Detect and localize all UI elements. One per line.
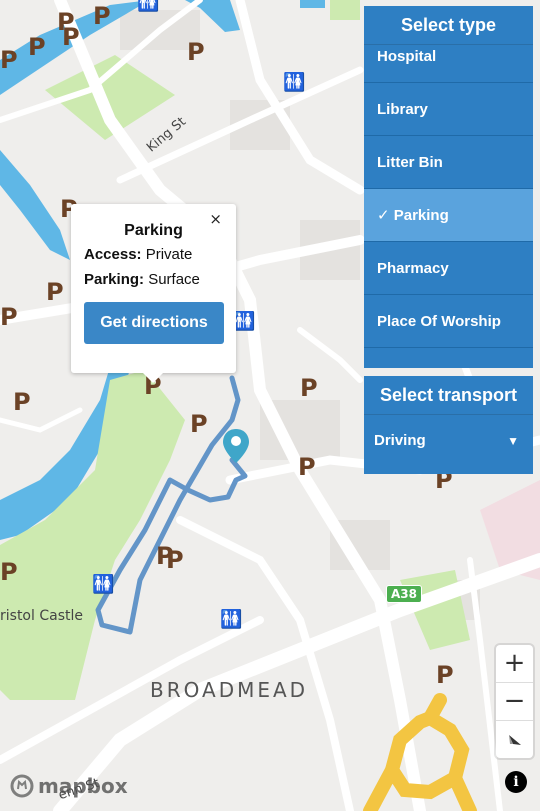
mapbox-logo[interactable]: mapbox <box>10 774 128 798</box>
type-item-litter-bin[interactable]: Litter Bin <box>364 136 533 189</box>
popup-access-label: Access: <box>84 246 142 263</box>
transport-selected-value: Driving <box>374 432 426 449</box>
popup-parking-label: Parking: <box>84 271 145 288</box>
type-list[interactable]: Hospital Library Litter Bin ✓ Parking Ph… <box>364 30 533 368</box>
transport-dropdown[interactable]: Driving ▼ <box>364 415 533 467</box>
parking-marker[interactable]: P <box>28 35 46 59</box>
parking-marker[interactable]: P <box>93 4 111 28</box>
popup-title: Parking <box>124 222 183 239</box>
parking-marker[interactable]: P <box>190 412 208 436</box>
popup-parking-value: Surface <box>148 271 200 288</box>
select-type-header: Select type <box>364 6 533 45</box>
compass-icon <box>508 734 521 745</box>
svg-text:🚻: 🚻 <box>283 71 305 93</box>
parking-popup: × Parking Access: Private Parking: Surfa… <box>71 204 236 383</box>
info-icon[interactable]: i <box>505 771 527 793</box>
svg-text:🚻: 🚻 <box>220 608 242 630</box>
parking-marker[interactable]: P <box>166 548 184 572</box>
parking-marker[interactable]: P <box>0 48 18 72</box>
svg-text:🚻: 🚻 <box>233 310 255 332</box>
get-directions-button[interactable]: Get directions <box>84 302 224 344</box>
compass-button[interactable] <box>496 721 533 758</box>
close-icon[interactable]: × <box>209 210 222 228</box>
popup-parking-row: Parking: Surface <box>84 271 223 288</box>
select-type-panel: Select type Hospital Library Litter Bin … <box>364 6 533 368</box>
select-transport-header: Select transport <box>364 376 533 415</box>
parking-marker[interactable]: P <box>0 560 18 584</box>
type-item-pharmacy[interactable]: Pharmacy <box>364 242 533 295</box>
parking-marker[interactable]: P <box>62 25 80 49</box>
select-transport-panel: Select transport Driving ▼ <box>364 376 533 474</box>
parking-marker[interactable]: P <box>298 455 316 479</box>
parking-marker[interactable]: P <box>0 305 18 329</box>
castle-label: ristol Castle <box>0 608 83 624</box>
popup-access-row: Access: Private <box>84 246 223 263</box>
type-item-parking[interactable]: ✓ Parking <box>364 189 533 242</box>
mapbox-logo-icon <box>10 774 34 798</box>
type-item-library[interactable]: Library <box>364 83 533 136</box>
chevron-down-icon: ▼ <box>507 434 519 448</box>
type-item-place-of-worship[interactable]: Place Of Worship <box>364 295 533 348</box>
zoom-in-button[interactable]: + <box>496 645 533 683</box>
road-shield-a38: A38 <box>386 585 422 603</box>
district-label: BROADMEAD <box>150 678 309 702</box>
zoom-out-button[interactable]: − <box>496 683 533 721</box>
popup-access-value: Private <box>145 246 193 263</box>
svg-text:🚻: 🚻 <box>137 0 159 13</box>
parking-marker[interactable]: P <box>13 390 31 414</box>
mapbox-logo-text: mapbox <box>38 774 128 798</box>
parking-marker[interactable]: P <box>46 280 64 304</box>
parking-marker[interactable]: P <box>187 40 205 64</box>
map-controls: + − <box>496 645 533 758</box>
type-item-police[interactable]: Police <box>364 348 533 368</box>
svg-text:🚻: 🚻 <box>92 573 114 595</box>
parking-marker[interactable]: P <box>300 376 318 400</box>
parking-marker[interactable]: P <box>436 663 454 687</box>
